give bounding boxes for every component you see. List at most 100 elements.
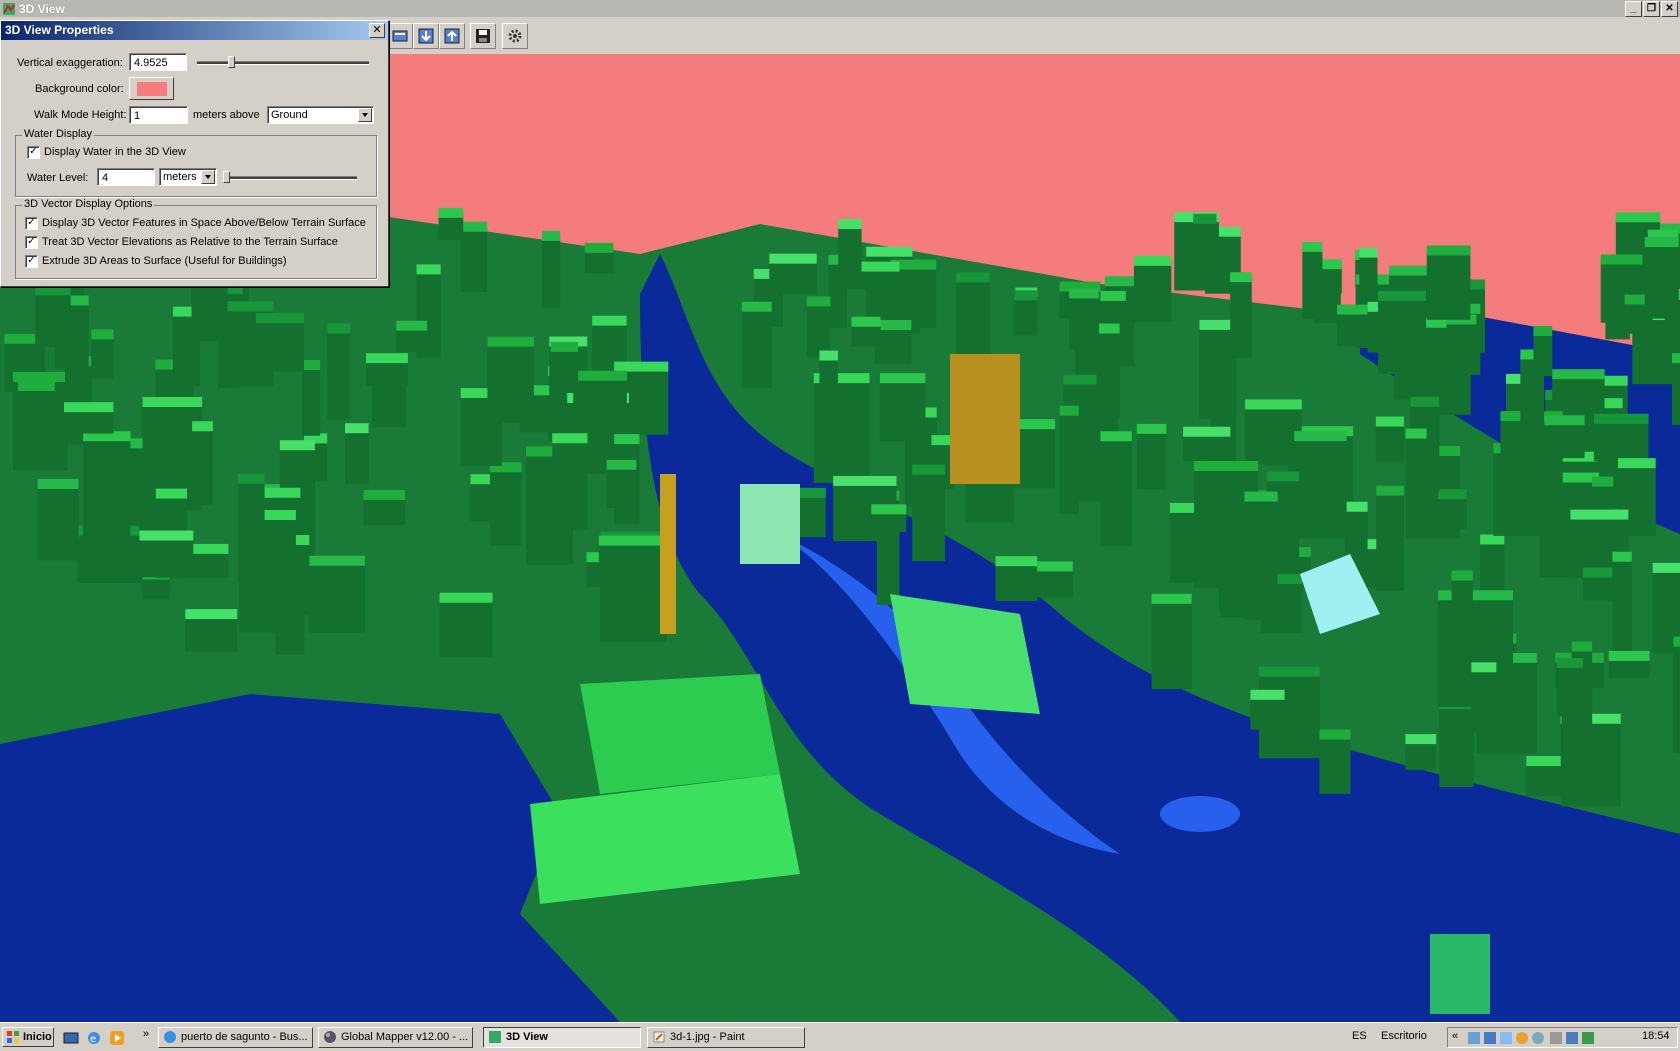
building-roof [37,478,79,489]
vertical-exaggeration-slider[interactable] [197,61,369,65]
building-roof [1230,272,1252,283]
building-roof [1063,374,1097,385]
svg-text:e: e [90,1034,96,1045]
download-button[interactable] [413,23,439,49]
building-roof [460,221,488,232]
vertical-exaggeration-label: Vertical exaggeration: [17,57,123,69]
building-roof [1359,247,1378,258]
start-button[interactable]: Inicio [2,1027,54,1047]
building-wall [1438,495,1467,530]
building-roof [871,504,907,515]
walk-mode-height-input[interactable]: 1 [129,106,188,124]
window-title: 3D View [19,1,65,16]
internet-explorer-icon[interactable]: e [86,1030,102,1046]
building-roof [1426,245,1471,256]
task-button-paint[interactable]: 3d-1.jpg - Paint [647,1027,805,1048]
building-wall [37,484,79,561]
building-roof [1133,255,1172,266]
building-wall [327,329,351,420]
background-color-button[interactable] [129,77,174,100]
building-roof [1376,485,1404,496]
arrow-up-icon [444,28,460,44]
shallow-water-pool [1160,796,1240,832]
building-wall [819,356,838,423]
walk-mode-reference-select[interactable]: Ground [267,106,374,124]
water-level-unit-select[interactable]: meters [159,168,217,186]
paint-icon [653,1031,665,1043]
building-wall [363,496,406,525]
building-wall [1302,247,1323,319]
task-button-browser[interactable]: puerto de sagunto - Bus... [158,1027,313,1048]
window-titlebar[interactable]: 3D View _ ❐ ✕ [0,0,1680,17]
task-label: Global Mapper v12.00 - ... [341,1031,469,1043]
restore-button[interactable]: ❐ [1643,1,1660,17]
building-wall [1593,419,1649,462]
settings-button[interactable] [502,23,528,49]
building-wall [1244,497,1278,620]
dialog-close-button[interactable]: ✕ [369,23,385,38]
building-wall [237,479,265,582]
extrude-areas-checkbox[interactable]: ✓ [25,255,38,268]
display-water-label: Display Water in the 3D View [44,146,186,158]
building-roof [139,530,194,541]
quicklaunch-overflow-chevron[interactable]: » [143,1028,149,1040]
building-roof [879,373,926,384]
water-level-slider-thumb[interactable] [222,171,230,183]
building-roof [365,353,408,364]
building-wall [1375,422,1405,464]
task-button-3d-view[interactable]: 3D View [483,1027,641,1048]
chevron-down-icon[interactable] [201,170,215,184]
vertical-exaggeration-slider-thumb[interactable] [228,56,236,68]
building-roof [13,371,68,382]
water-level-input[interactable]: 4 [97,168,155,186]
upload-button[interactable] [439,23,465,49]
tray-expand-chevron[interactable]: « [1452,1030,1458,1042]
building-wall [185,615,238,652]
windows-logo-icon [7,1031,19,1043]
water-level-slider[interactable] [223,176,357,180]
display-water-checkbox[interactable]: ✓ [27,146,40,159]
building-roof [606,459,637,470]
show-desktop-icon[interactable] [63,1030,79,1046]
tray-icons[interactable] [1468,1030,1598,1046]
building-roof [1183,426,1231,437]
language-indicator[interactable]: ES [1352,1030,1367,1042]
building-roof [819,350,838,361]
dialog-titlebar[interactable]: 3D View Properties ✕ [1,21,388,40]
minimize-button[interactable]: _ [1625,1,1642,17]
building-wall [1014,296,1038,336]
dialog-title: 3D View Properties [5,23,114,37]
building-roof [1319,729,1351,740]
system-clock[interactable]: 18:54 [1642,1030,1670,1042]
building-wall [1319,735,1351,794]
task-button-global-mapper[interactable]: Global Mapper v12.00 - ... [318,1027,473,1048]
desktop-toolbar-label[interactable]: Escritorio [1381,1030,1427,1042]
building-wall [741,307,772,389]
building-roof [806,296,831,307]
building-wall [1193,219,1217,288]
vector-above-below-checkbox[interactable]: ✓ [25,217,38,230]
building-wall [552,439,588,530]
building-highlight [950,354,1020,484]
building-roof [769,253,817,264]
water-level-label: Water Level: [27,172,89,184]
building-wall [1244,405,1302,465]
building-wall [1376,491,1404,591]
save-button[interactable] [470,23,496,49]
building-wall [487,342,534,423]
building-roof [1244,491,1278,502]
building-roof [573,370,627,381]
vector-relative-elevation-checkbox[interactable]: ✓ [25,236,38,249]
chevron-down-icon[interactable] [358,108,372,122]
building-roof [995,556,1038,567]
layers-view-button[interactable] [387,23,413,49]
building-wall [460,227,488,293]
media-player-icon[interactable] [109,1030,125,1046]
building-roof [1438,590,1514,601]
building-roof [592,315,627,326]
vertical-exaggeration-input[interactable]: 4.9525 [129,53,187,71]
close-button[interactable]: ✕ [1661,1,1678,17]
building-roof [833,475,897,486]
building-foreground [1430,934,1490,1014]
building-wall [489,468,522,546]
